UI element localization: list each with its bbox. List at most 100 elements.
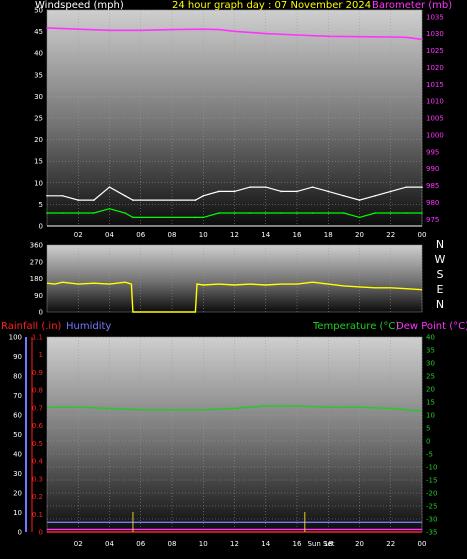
windspeed-y-tick: 10 — [34, 179, 43, 187]
average-wind-series-point — [233, 212, 236, 214]
average-wind-series-point — [93, 212, 95, 214]
gust-series-point — [264, 186, 267, 188]
temperature-x-tick: 20 — [355, 540, 364, 548]
temperature-y-tick: 40 — [426, 334, 435, 342]
windspeed-y-tick: 0 — [39, 223, 43, 231]
humidity-y-tick: 100 — [9, 334, 22, 342]
rainfall-y-tick: 0.4 — [32, 458, 44, 466]
barometer-y-tick: 980 — [426, 199, 439, 207]
temperature-y-tick: -25 — [426, 503, 437, 511]
humidity-y-tick: 80 — [13, 373, 22, 381]
compass-letter: W — [435, 253, 446, 266]
windspeed-y-tick: 15 — [34, 158, 43, 166]
barometer-series-point — [46, 27, 48, 29]
gust-series-point — [124, 194, 126, 197]
compass-letter: S — [437, 268, 444, 281]
barometer-y-tick: 1010 — [426, 98, 444, 106]
gust-series-point — [249, 186, 251, 188]
barometer-series-point — [139, 29, 142, 32]
chart-title: 24 hour graph day : 07 November 2024 — [172, 0, 372, 11]
temperature-y-tick: 20 — [426, 386, 435, 394]
compass-letter: E — [437, 283, 444, 296]
wind-x-tick: 06 — [136, 231, 145, 239]
humidity-y-tick: 90 — [13, 353, 22, 361]
temperature-x-tick: 02 — [74, 540, 83, 548]
barometer-series-point — [421, 38, 423, 41]
temperature-y-tick: 0 — [426, 438, 430, 446]
direction-y-tick: 180 — [30, 275, 43, 283]
temperature-y-tick: -20 — [426, 490, 437, 498]
windspeed-y-tick: 45 — [34, 28, 43, 36]
direction-y-tick: 360 — [30, 242, 43, 250]
wind-x-tick: 04 — [105, 231, 114, 239]
average-wind-series-point — [343, 212, 345, 214]
average-wind-series-point — [280, 212, 283, 214]
average-wind-series-point — [264, 212, 267, 214]
average-wind-series-point — [108, 207, 111, 210]
gust-series-point — [421, 186, 423, 188]
wind-x-tick: 18 — [324, 231, 333, 239]
wind-x-tick: 12 — [230, 231, 239, 239]
barometer-y-tick: 985 — [426, 182, 439, 190]
barometer-series-point — [327, 35, 330, 38]
direction-y-tick: 0 — [39, 309, 43, 317]
average-wind-series-point — [389, 212, 392, 214]
average-wind-series-point — [421, 212, 423, 214]
barometer-y-tick: 1000 — [426, 131, 444, 139]
temperature-x-tick: 06 — [136, 540, 145, 548]
barometer-series-point — [202, 28, 205, 31]
humidity-y-tick: 70 — [13, 392, 22, 400]
barometer-series-point — [233, 30, 236, 33]
average-wind-series-point — [194, 216, 197, 219]
gust-series-point — [61, 194, 64, 197]
barometer-y-tick: 1005 — [426, 115, 444, 123]
barometer-series-point — [358, 35, 361, 38]
gust-series-point — [202, 194, 205, 197]
wind-x-tick: 00 — [418, 231, 427, 239]
rainfall-y-tick: 1.1 — [32, 334, 43, 342]
rainfall-y-tick: 1 — [39, 351, 43, 359]
temperature-x-tick: 04 — [105, 540, 114, 548]
wind-x-tick: 08 — [168, 231, 177, 239]
dewpoint-axis-label: Dew Point (°C) — [396, 321, 467, 332]
temperature-y-tick: -10 — [426, 464, 437, 472]
temperature-x-tick: 08 — [168, 540, 177, 548]
gust-series-point — [194, 199, 197, 201]
wind-x-tick: 10 — [199, 231, 208, 239]
temperature-x-tick: 10 — [199, 540, 208, 548]
humidity-y-tick: 50 — [13, 431, 22, 439]
temperature-x-tick: 00 — [418, 540, 427, 548]
barometer-y-tick: 1035 — [426, 13, 444, 21]
average-wind-series-point — [218, 212, 220, 214]
humidity-y-tick: 60 — [13, 412, 22, 420]
temperature-y-tick: -30 — [426, 516, 437, 524]
rainfall-y-tick: 0.3 — [32, 475, 43, 483]
gust-series-point — [233, 190, 236, 193]
weather-graph-stage: 02 04 06 08 10 12 14 16 18 20 22 00 02 04 06 08 10 12 14 16… — [0, 0, 467, 555]
gust-series-point — [389, 190, 392, 193]
temperature-x-tick: 14 — [261, 540, 270, 548]
average-wind-series-point — [249, 212, 251, 214]
barometer-series-point — [108, 29, 111, 32]
gust-series-point — [343, 194, 345, 197]
rainfall-y-tick: 0 — [39, 529, 43, 537]
wind-x-tick: 20 — [355, 231, 364, 239]
gust-series-point — [327, 190, 330, 193]
barometer-y-tick: 990 — [426, 165, 439, 173]
rainfall-y-tick: 0.1 — [32, 511, 43, 519]
barometer-series-point — [218, 28, 220, 31]
temperature-x-tick: 12 — [230, 540, 239, 548]
humidity-y-tick: 0 — [18, 529, 22, 537]
temperature-axis-label: Temperature (°C) — [313, 321, 400, 332]
gust-series-point — [311, 186, 314, 188]
gust-series-point — [108, 186, 111, 188]
barometer-series-point — [171, 28, 173, 31]
compass-letter: N — [436, 298, 444, 311]
temperature-y-tick: 35 — [426, 347, 435, 355]
windspeed-y-tick: 25 — [34, 115, 43, 123]
average-wind-series-point — [124, 212, 126, 214]
temperature-x-tick: 22 — [386, 540, 395, 548]
temperature-y-tick: 15 — [426, 399, 435, 407]
average-wind-series-point — [358, 216, 361, 219]
gust-series-point — [280, 190, 283, 193]
